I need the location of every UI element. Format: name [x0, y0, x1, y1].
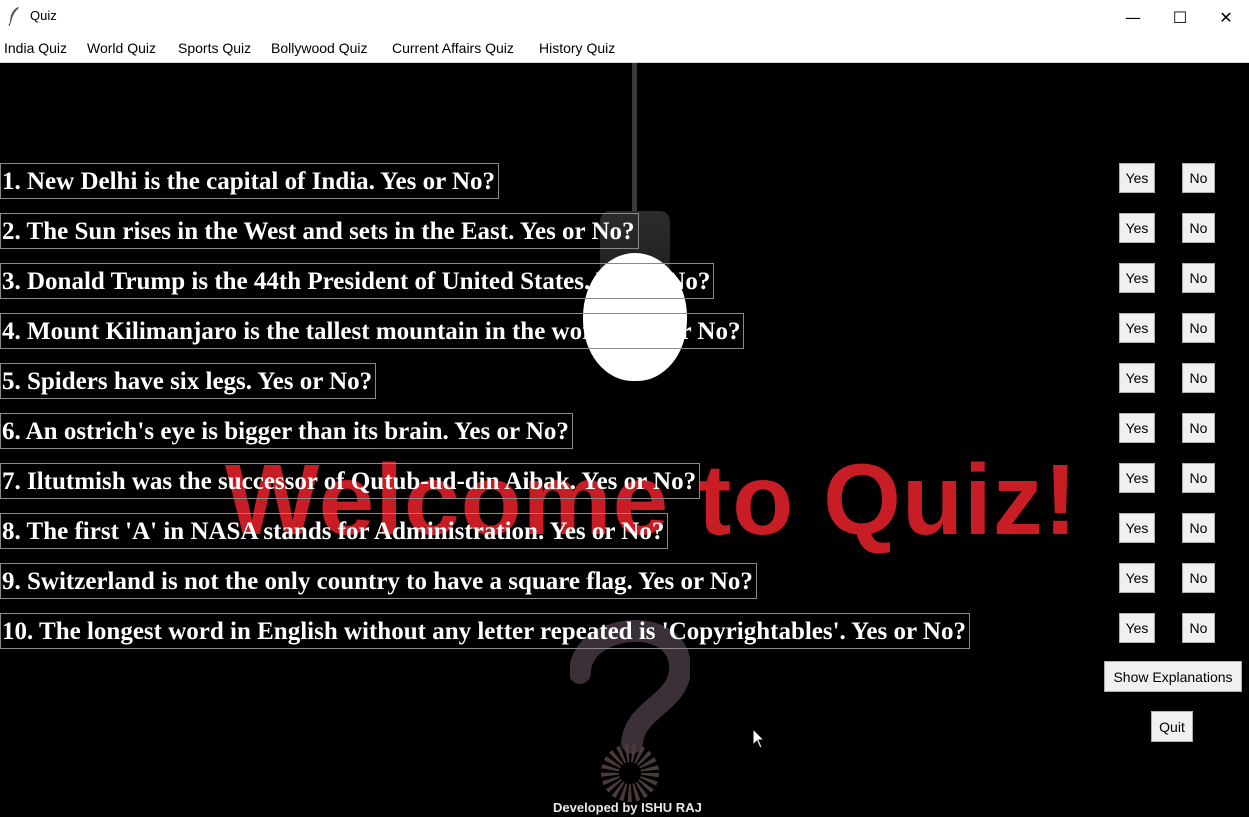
question-8: 8. The first 'A' in NASA stands for Admi…	[0, 513, 669, 549]
yes-button-8[interactable]: Yes	[1119, 513, 1155, 543]
question-9: 9. Switzerland is not the only country t…	[0, 563, 757, 599]
yes-button-2[interactable]: Yes	[1119, 213, 1155, 243]
no-button-8[interactable]: No	[1182, 513, 1215, 543]
yes-button-1[interactable]: Yes	[1119, 163, 1155, 193]
menu-current-affairs-quiz[interactable]: Current Affairs Quiz	[392, 40, 514, 56]
minimize-icon: —	[1125, 7, 1141, 27]
question-6: 6. An ostrich's eye is bigger than its b…	[0, 413, 573, 449]
no-button-4[interactable]: No	[1182, 313, 1215, 343]
no-button-3[interactable]: No	[1182, 263, 1215, 293]
window-title: Quiz	[30, 8, 57, 23]
no-button-10[interactable]: No	[1182, 613, 1215, 643]
close-icon: ✕	[1219, 7, 1233, 27]
yes-button-4[interactable]: Yes	[1119, 313, 1155, 343]
menu-sports-quiz[interactable]: Sports Quiz	[178, 40, 251, 56]
question-10: 10. The longest word in English without …	[0, 613, 970, 649]
no-button-7[interactable]: No	[1182, 463, 1215, 493]
question-2: 2. The Sun rises in the West and sets in…	[0, 213, 639, 249]
yes-button-7[interactable]: Yes	[1119, 463, 1155, 493]
question-4: 4. Mount Kilimanjaro is the tallest moun…	[0, 313, 745, 349]
maximize-icon: ☐	[1172, 7, 1188, 27]
menu-bar: India Quiz World Quiz Sports Quiz Bollyw…	[0, 34, 1249, 63]
feather-icon	[8, 7, 19, 26]
question-7: 7. Iltutmish was the successor of Qutub-…	[0, 463, 701, 499]
yes-button-9[interactable]: Yes	[1119, 563, 1155, 593]
yes-button-5[interactable]: Yes	[1119, 363, 1155, 393]
question-5: 5. Spiders have six legs. Yes or No?	[0, 363, 377, 399]
no-button-1[interactable]: No	[1182, 163, 1215, 193]
maximize-button[interactable]: ☐	[1157, 0, 1203, 34]
quiz-canvas: Welcome to Quiz! 1. New Delhi is the cap…	[0, 63, 1249, 817]
no-button-5[interactable]: No	[1182, 363, 1215, 393]
question-1: 1. New Delhi is the capital of India. Ye…	[0, 163, 500, 199]
no-button-6[interactable]: No	[1182, 413, 1215, 443]
menu-bollywood-quiz[interactable]: Bollywood Quiz	[271, 40, 368, 56]
title-bar: Quiz — ☐ ✕	[0, 0, 1249, 34]
question-3: 3. Donald Trump is the 44th President of…	[0, 263, 715, 299]
yes-button-3[interactable]: Yes	[1119, 263, 1155, 293]
mouse-cursor-icon	[752, 728, 766, 749]
developer-credit: Developed by ISHU RAJ	[553, 800, 702, 815]
yes-button-10[interactable]: Yes	[1119, 613, 1155, 643]
lamp-cord	[632, 63, 637, 213]
no-button-9[interactable]: No	[1182, 563, 1215, 593]
yes-button-6[interactable]: Yes	[1119, 413, 1155, 443]
menu-history-quiz[interactable]: History Quiz	[539, 40, 615, 56]
menu-world-quiz[interactable]: World Quiz	[87, 40, 156, 56]
menu-india-quiz[interactable]: India Quiz	[4, 40, 67, 56]
close-button[interactable]: ✕	[1203, 0, 1249, 34]
minimize-button[interactable]: —	[1110, 0, 1156, 34]
no-button-2[interactable]: No	[1182, 213, 1215, 243]
quit-button[interactable]: Quit	[1151, 711, 1193, 742]
show-explanations-button[interactable]: Show Explanations	[1104, 661, 1242, 692]
